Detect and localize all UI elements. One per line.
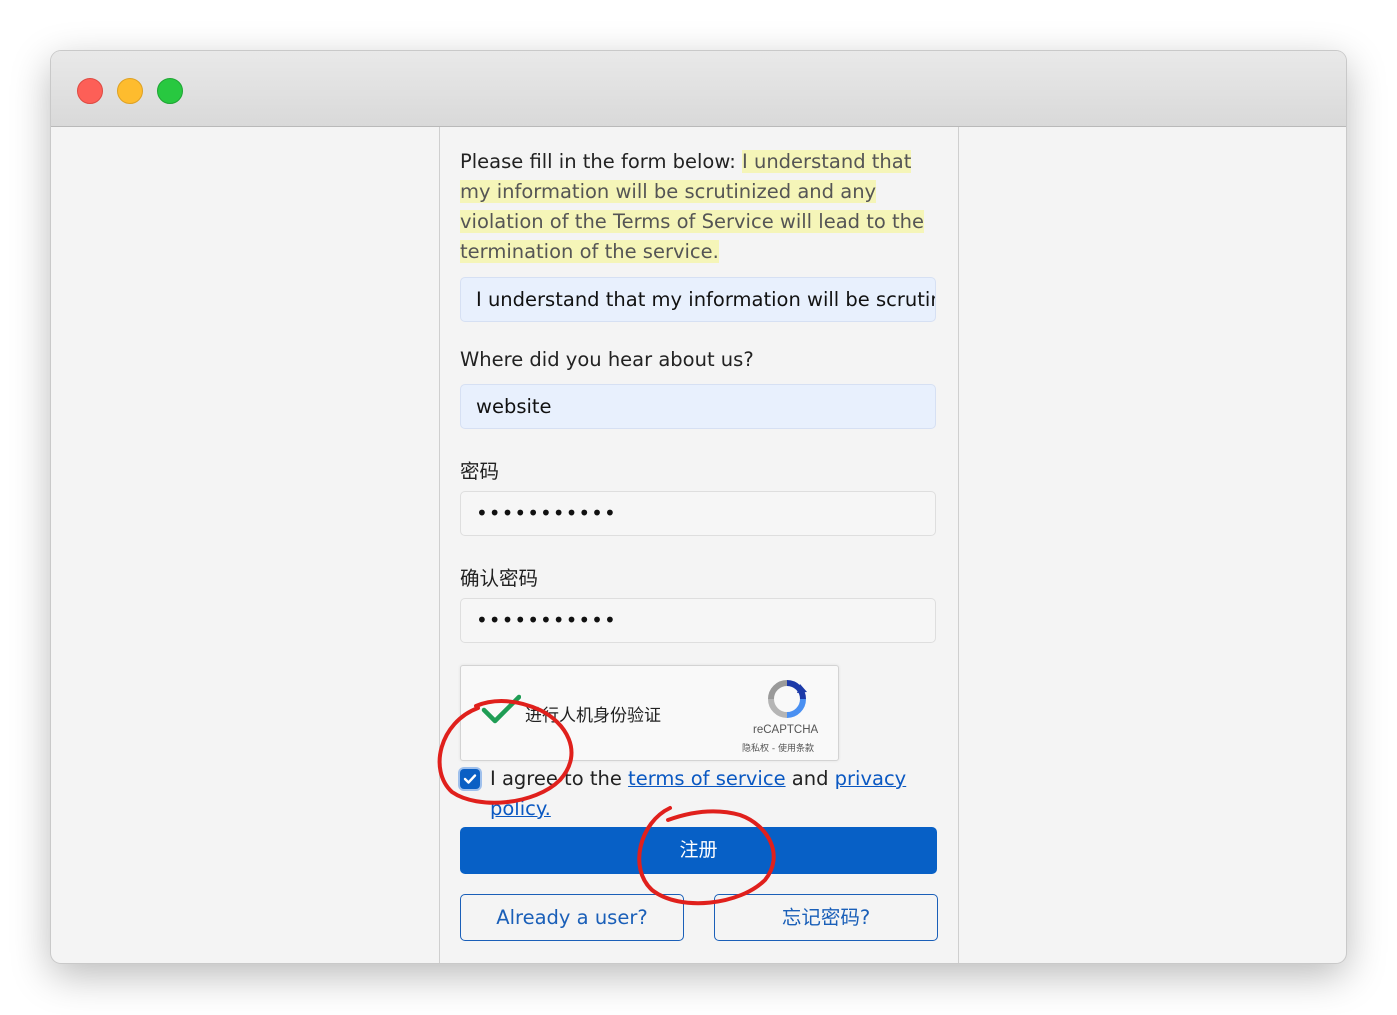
password-input[interactable]: ••••••••••• [460,491,936,536]
statement-input[interactable]: I understand that my information will be… [460,277,936,322]
minimize-window-button[interactable] [117,78,143,104]
agree-prefix: I agree to the [490,767,629,790]
password-label: 密码 [460,460,500,483]
title-bar [51,51,1346,127]
checkbox-check-icon [463,774,477,784]
maximize-window-button[interactable] [157,78,183,104]
agree-and: and [785,767,835,790]
agree-terms-row: I agree to the terms of service and priv… [460,764,938,824]
already-user-button[interactable]: Already a user? [460,894,684,941]
close-window-button[interactable] [77,78,103,104]
recaptcha-logo-icon [768,680,807,718]
recaptcha-widget: 进行人机身份验证 reCAPTCHA 隐私权 - 使用条款 [460,665,839,761]
intro-prefix: Please fill in the form below: [460,150,743,173]
form-intro: Please fill in the form below: I underst… [460,147,940,267]
agree-checkbox[interactable] [460,769,480,789]
recaptcha-brand: reCAPTCHA [753,724,819,736]
signup-form-panel: Please fill in the form below: I underst… [439,127,959,963]
source-input[interactable]: website [460,384,936,429]
confirm-password-label: 确认密码 [460,567,539,590]
source-label: Where did you hear about us? [460,348,754,371]
captcha-text: 进行人机身份验证 [525,706,661,726]
browser-window: Please fill in the form below: I underst… [51,51,1346,963]
confirm-password-input[interactable]: ••••••••••• [460,598,936,643]
register-button[interactable]: 注册 [460,827,937,874]
forgot-password-button[interactable]: 忘记密码? [714,894,938,941]
recaptcha-terms[interactable]: 隐私权 - 使用条款 [742,741,814,754]
captcha-checkmark-icon[interactable] [481,694,521,724]
terms-of-service-link[interactable]: terms of service [628,767,786,790]
